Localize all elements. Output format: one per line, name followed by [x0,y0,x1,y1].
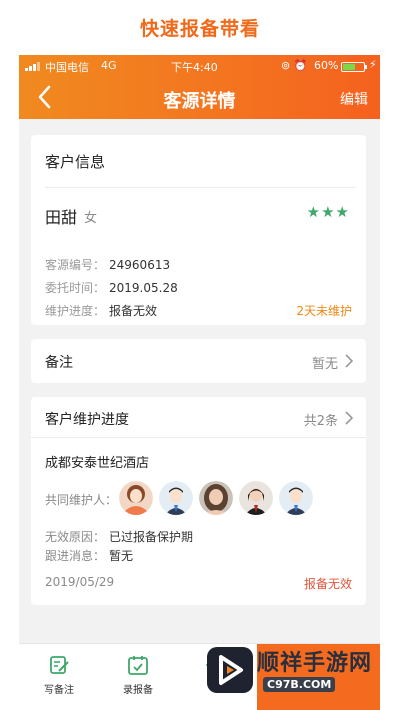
network-label: 4G [101,59,117,72]
follow-up-label: 跟进消息： [45,549,106,563]
invalid-reason-value: 已过报备保护期 [109,530,194,544]
customer-id-value: 24960613 [109,258,171,272]
edit-note-icon [50,656,69,674]
commission-date-row: 委托时间： 2019.05.28 [45,279,178,296]
invalid-reason-label: 无效原因： [45,530,106,544]
watermark-title: 顺祥手游网 [257,651,373,676]
customer-name: 田甜 [45,208,78,227]
maintenance-progress-card: 客户维护进度 共2条 成都安泰世纪酒店 共同维护人： 无效原因：已过报备保护期 [31,397,366,605]
tab-label: 写备注 [44,685,74,696]
battery-percent: 60% [314,59,339,72]
banner-title: 快速报备带看 [139,18,260,40]
edit-button[interactable]: 编辑 [340,89,368,109]
calendar-check-icon [128,656,148,675]
progress-count[interactable]: 共2条 [304,410,338,429]
carrier-label: 中国电信 [45,61,89,74]
progress-date: 2019/05/29 [45,575,115,589]
avatar[interactable] [159,481,193,515]
follow-up-value: 暂无 [109,549,134,563]
progress-title: 客户维护进度 [45,412,129,428]
follow-up-row: 跟进消息： 暂无 [45,547,133,564]
co-maintainer-label: 共同维护人： [45,493,118,507]
progress-status: 报备无效 [303,577,352,591]
avatar[interactable] [279,481,313,515]
promo-banner: 快速报备带看 [0,0,400,55]
chevron-right-icon[interactable] [344,411,354,425]
site-watermark: 顺祥手游网 C97B.COM [207,643,397,703]
tab-record-report[interactable]: 录报备 [108,654,168,696]
avatar[interactable] [239,481,273,515]
phone-screen: 中国电信 4G 下午4:40 ⊚ ⏰ 60% ⚡ 客源详情 编辑 客户信息 田甜… [19,55,380,710]
watermark-logo [207,647,253,693]
signal-icon [25,62,43,71]
battery-icon [341,62,367,72]
watermark-domain: C97B.COM [263,677,336,692]
charging-icon: ⚡ [369,58,377,71]
note-value: 暂无 [311,357,338,372]
avatar[interactable] [199,481,233,515]
tab-write-note[interactable]: 写备注 [29,654,89,696]
page-title: 客源详情 [163,91,236,112]
invalid-reason-row: 无效原因： 已过报备保护期 [45,528,193,545]
rating-stars: ★★★ [306,203,350,221]
maintenance-label: 维护进度： [45,304,106,318]
chevron-right-icon [345,354,354,368]
note-row[interactable]: 备注 暂无 [31,339,366,383]
customer-info-title: 客户信息 [45,153,106,171]
hotel-name: 成都安泰世纪酒店 [45,456,150,471]
status-time: 下午4:40 [171,61,218,74]
customer-info-card: 客户信息 田甜 女 ★★★ 客源编号： 24960613 委托时间： 2019.05… [31,135,366,325]
divider [45,187,356,188]
maintenance-row: 维护进度： 报备无效 [45,302,157,319]
customer-id-label: 客源编号： [45,258,106,272]
avatar[interactable] [119,481,153,515]
maintenance-warning: 2天未维护 [296,304,352,318]
commission-date-label: 委托时间： [45,281,106,295]
maintenance-value: 报备无效 [109,304,158,318]
app-header: 中国电信 4G 下午4:40 ⊚ ⏰ 60% ⚡ 客源详情 编辑 [19,55,380,119]
customer-id-row: 客源编号： 24960613 [45,256,170,273]
status-bar: 中国电信 4G 下午4:40 ⊚ ⏰ 60% ⚡ [19,55,380,77]
note-label: 备注 [45,355,73,371]
customer-gender: 女 [84,211,98,226]
divider [31,437,366,438]
alarm-icon: ⊚ ⏰ [281,59,308,72]
commission-date-value: 2019.05.28 [109,281,178,295]
tab-label: 录报备 [123,685,153,696]
